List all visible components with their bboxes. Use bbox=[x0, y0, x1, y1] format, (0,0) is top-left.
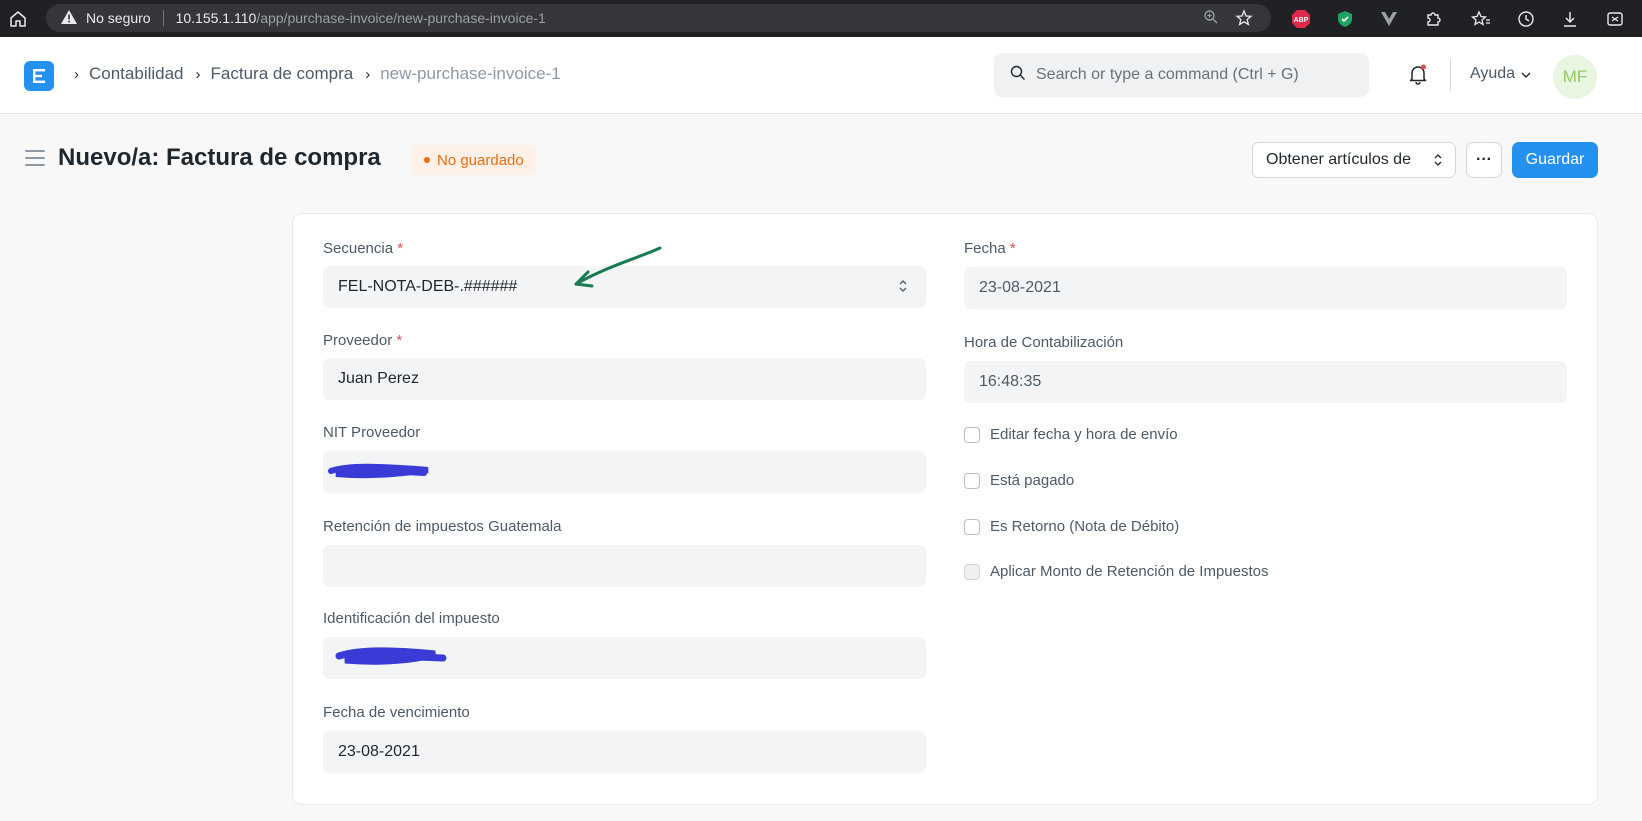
series-value: FEL-NOTA-DEB-.###### bbox=[338, 278, 518, 295]
series-label: Secuencia * bbox=[323, 240, 404, 257]
chevron-right-icon: › bbox=[365, 65, 371, 83]
address-bar[interactable]: No seguro 10.155.1.110/app/purchase-invo… bbox=[46, 4, 1271, 32]
save-button[interactable]: Guardar bbox=[1512, 142, 1598, 178]
download-icon[interactable] bbox=[1559, 8, 1581, 30]
url-host: 10.155.1.110 bbox=[175, 10, 257, 26]
is-return-checkbox[interactable]: Es Retorno (Nota de Débito) bbox=[964, 518, 1179, 535]
more-actions-button[interactable]: ··· bbox=[1466, 142, 1502, 178]
screenshot-icon[interactable] bbox=[1604, 8, 1626, 30]
status-dot-icon bbox=[424, 157, 430, 163]
select-arrows-icon bbox=[898, 278, 908, 299]
apply-tds-checkbox: Aplicar Monto de Retención de Impuestos bbox=[964, 563, 1269, 580]
date-field[interactable]: 23-08-2021 bbox=[964, 267, 1567, 309]
page-title: Nuevo/a: Factura de compra bbox=[58, 144, 381, 171]
annotation-arrow-icon bbox=[574, 246, 662, 288]
url-path: /app/purchase-invoice/new-purchase-invoi… bbox=[256, 10, 546, 26]
divider bbox=[1450, 59, 1451, 91]
date-value: 23-08-2021 bbox=[979, 279, 1061, 296]
chevron-down-icon bbox=[1521, 65, 1531, 83]
get-items-from-button[interactable]: Obtener artículos de bbox=[1252, 142, 1456, 178]
withholding-field[interactable] bbox=[323, 545, 926, 587]
due-date-field[interactable]: 23-08-2021 bbox=[323, 731, 926, 773]
bookmark-star-icon[interactable] bbox=[1235, 9, 1253, 30]
favorites-icon[interactable] bbox=[1470, 8, 1492, 30]
tax-id-label: Identificación del impuesto bbox=[323, 610, 500, 627]
divider bbox=[162, 10, 164, 26]
search-bar[interactable] bbox=[994, 53, 1369, 97]
breadcrumb: › Contabilidad › Factura de compra › new… bbox=[70, 64, 561, 84]
vue-icon[interactable] bbox=[1378, 8, 1400, 30]
due-date-label: Fecha de vencimiento bbox=[323, 704, 470, 721]
supplier-field[interactable]: Juan Perez bbox=[323, 358, 926, 400]
is-return-label: Es Retorno (Nota de Débito) bbox=[990, 518, 1180, 535]
edit-posting-checkbox[interactable]: Editar fecha y hora de envío bbox=[964, 426, 1178, 443]
get-items-label: Obtener artículos de bbox=[1266, 151, 1411, 168]
posting-time-field[interactable]: 16:48:35 bbox=[964, 361, 1567, 403]
supplier-label: Proveedor * bbox=[323, 332, 403, 349]
supplier-value: Juan Perez bbox=[338, 370, 419, 387]
help-label: Ayuda bbox=[1470, 65, 1516, 82]
sidebar-toggle-icon[interactable] bbox=[25, 150, 45, 171]
puzzle-icon[interactable] bbox=[1422, 8, 1444, 30]
notification-bell-icon[interactable] bbox=[1407, 63, 1429, 90]
avatar[interactable]: MF bbox=[1553, 55, 1597, 99]
abp-label: ABP bbox=[1294, 17, 1309, 24]
breadcrumb-current[interactable]: new-purchase-invoice-1 bbox=[380, 64, 560, 84]
redaction-mark bbox=[335, 647, 447, 665]
edit-posting-label: Editar fecha y hora de envío bbox=[990, 426, 1178, 443]
checkbox-icon[interactable] bbox=[964, 426, 980, 443]
chevron-right-icon: › bbox=[74, 65, 79, 83]
home-icon[interactable] bbox=[0, 0, 36, 37]
search-icon bbox=[1010, 65, 1026, 86]
abp-icon[interactable]: ABP bbox=[1290, 8, 1312, 30]
history-icon[interactable] bbox=[1515, 8, 1537, 30]
shield-icon[interactable] bbox=[1334, 8, 1356, 30]
warning-icon bbox=[60, 9, 78, 28]
date-label: Fecha * bbox=[964, 240, 1016, 257]
search-input[interactable] bbox=[1036, 66, 1356, 84]
posting-time-label: Hora de Contabilización bbox=[964, 334, 1124, 351]
is-paid-label: Está pagado bbox=[990, 472, 1075, 489]
posting-time-value: 16:48:35 bbox=[979, 373, 1042, 390]
checkbox-icon bbox=[964, 563, 980, 580]
apply-tds-label: Aplicar Monto de Retención de Impuestos bbox=[990, 563, 1269, 580]
status-badge: No guardado bbox=[412, 145, 536, 175]
supplier-nit-label: NIT Proveedor bbox=[323, 424, 421, 441]
is-paid-checkbox[interactable]: Está pagado bbox=[964, 472, 1074, 489]
zoom-icon[interactable] bbox=[1203, 9, 1219, 28]
help-dropdown[interactable]: Ayuda bbox=[1470, 65, 1531, 83]
status-label: No guardado bbox=[437, 151, 524, 169]
withholding-label: Retención de impuestos Guatemala bbox=[323, 518, 562, 535]
breadcrumb-contabilidad[interactable]: Contabilidad bbox=[89, 64, 184, 84]
app-navbar: › Contabilidad › Factura de compra › new… bbox=[0, 37, 1642, 114]
checkbox-icon[interactable] bbox=[964, 472, 980, 489]
app-logo-icon[interactable] bbox=[24, 61, 54, 91]
security-label: No seguro bbox=[86, 10, 151, 26]
breadcrumb-factura-de-compra[interactable]: Factura de compra bbox=[211, 64, 354, 84]
chevron-right-icon: › bbox=[195, 65, 201, 83]
redaction-mark bbox=[328, 463, 429, 479]
checkbox-icon[interactable] bbox=[964, 518, 980, 535]
due-date-value: 23-08-2021 bbox=[338, 743, 420, 760]
browser-toolbar: No seguro 10.155.1.110/app/purchase-invo… bbox=[0, 0, 1642, 37]
select-arrows-icon bbox=[1433, 152, 1443, 173]
